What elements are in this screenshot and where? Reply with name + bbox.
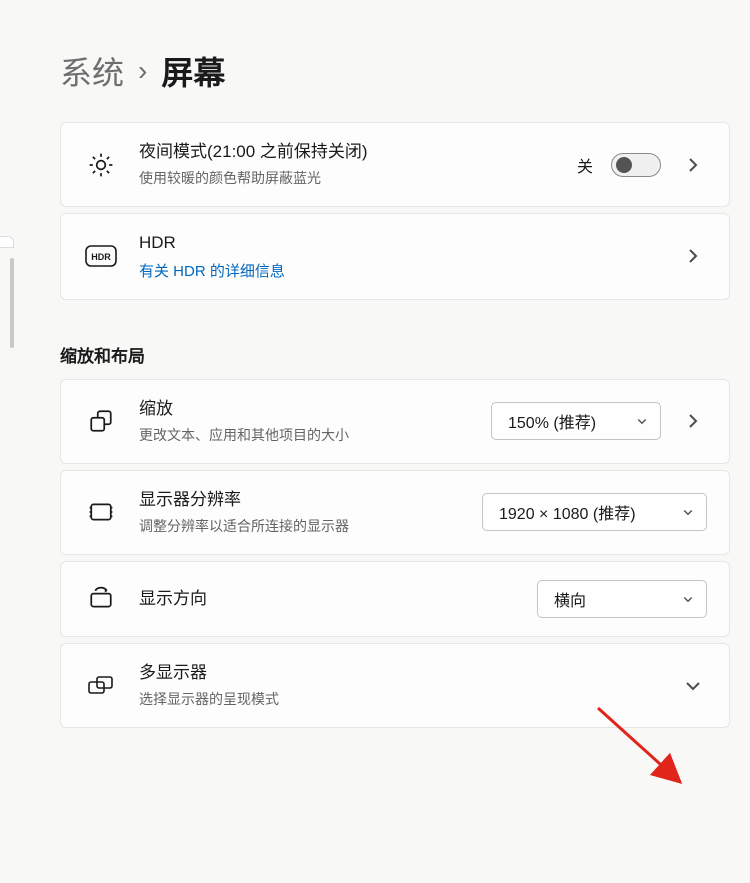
chevron-down-icon xyxy=(682,506,694,518)
chevron-right-icon[interactable] xyxy=(679,157,707,173)
orientation-icon xyxy=(83,586,119,612)
night-light-title: 夜间模式(21:00 之前保持关闭) xyxy=(139,141,557,162)
hdr-row[interactable]: HDR HDR 有关 HDR 的详细信息 xyxy=(60,213,730,299)
hdr-more-info-link[interactable]: 有关 HDR 的详细信息 xyxy=(139,260,659,281)
night-light-toggle[interactable] xyxy=(611,153,661,177)
night-light-state-label: 关 xyxy=(577,153,593,177)
resolution-subtitle: 调整分辨率以适合所连接的显示器 xyxy=(139,516,462,536)
scale-subtitle: 更改文本、应用和其他项目的大小 xyxy=(139,425,471,445)
resolution-dropdown[interactable]: 1920 × 1080 (推荐) xyxy=(482,493,707,531)
scale-row[interactable]: 缩放 更改文本、应用和其他项目的大小 150% (推荐) xyxy=(60,379,730,464)
breadcrumb-current: 屏幕 xyxy=(161,48,225,94)
orientation-dropdown[interactable]: 横向 xyxy=(537,580,707,618)
resolution-title: 显示器分辨率 xyxy=(139,489,462,510)
resolution-dropdown-value: 1920 × 1080 (推荐) xyxy=(499,500,636,524)
scale-dropdown-value: 150% (推荐) xyxy=(508,409,596,433)
scale-icon xyxy=(83,408,119,434)
orientation-dropdown-value: 横向 xyxy=(554,587,586,611)
sun-icon xyxy=(83,152,119,178)
night-light-subtitle: 使用较暖的颜色帮助屏蔽蓝光 xyxy=(139,168,557,188)
left-scroll-hint xyxy=(0,236,14,356)
svg-text:HDR: HDR xyxy=(91,252,111,262)
breadcrumb-parent[interactable]: 系统 xyxy=(60,48,124,94)
chevron-down-icon[interactable] xyxy=(679,678,707,694)
chevron-down-icon xyxy=(636,415,648,427)
resolution-row[interactable]: 显示器分辨率 调整分辨率以适合所连接的显示器 1920 × 1080 (推荐) xyxy=(60,470,730,555)
chevron-down-icon xyxy=(682,593,694,605)
scale-dropdown[interactable]: 150% (推荐) xyxy=(491,402,661,440)
multi-display-icon xyxy=(83,674,119,698)
multi-display-row[interactable]: 多显示器 选择显示器的呈现模式 xyxy=(60,643,730,728)
night-light-row[interactable]: 夜间模式(21:00 之前保持关闭) 使用较暖的颜色帮助屏蔽蓝光 关 xyxy=(60,122,730,207)
hdr-icon: HDR xyxy=(83,245,119,267)
breadcrumb: 系统 › 屏幕 xyxy=(60,48,730,94)
resolution-icon xyxy=(83,499,119,525)
section-scale-layout: 缩放和布局 xyxy=(60,342,730,367)
orientation-row[interactable]: 显示方向 横向 xyxy=(60,561,730,637)
chevron-right-icon[interactable] xyxy=(679,413,707,429)
multi-display-subtitle: 选择显示器的呈现模式 xyxy=(139,689,659,709)
orientation-title: 显示方向 xyxy=(139,588,517,609)
multi-display-title: 多显示器 xyxy=(139,662,659,683)
hdr-title: HDR xyxy=(139,232,659,253)
scale-title: 缩放 xyxy=(139,398,471,419)
chevron-right-icon[interactable] xyxy=(679,248,707,264)
chevron-right-icon: › xyxy=(138,55,147,87)
